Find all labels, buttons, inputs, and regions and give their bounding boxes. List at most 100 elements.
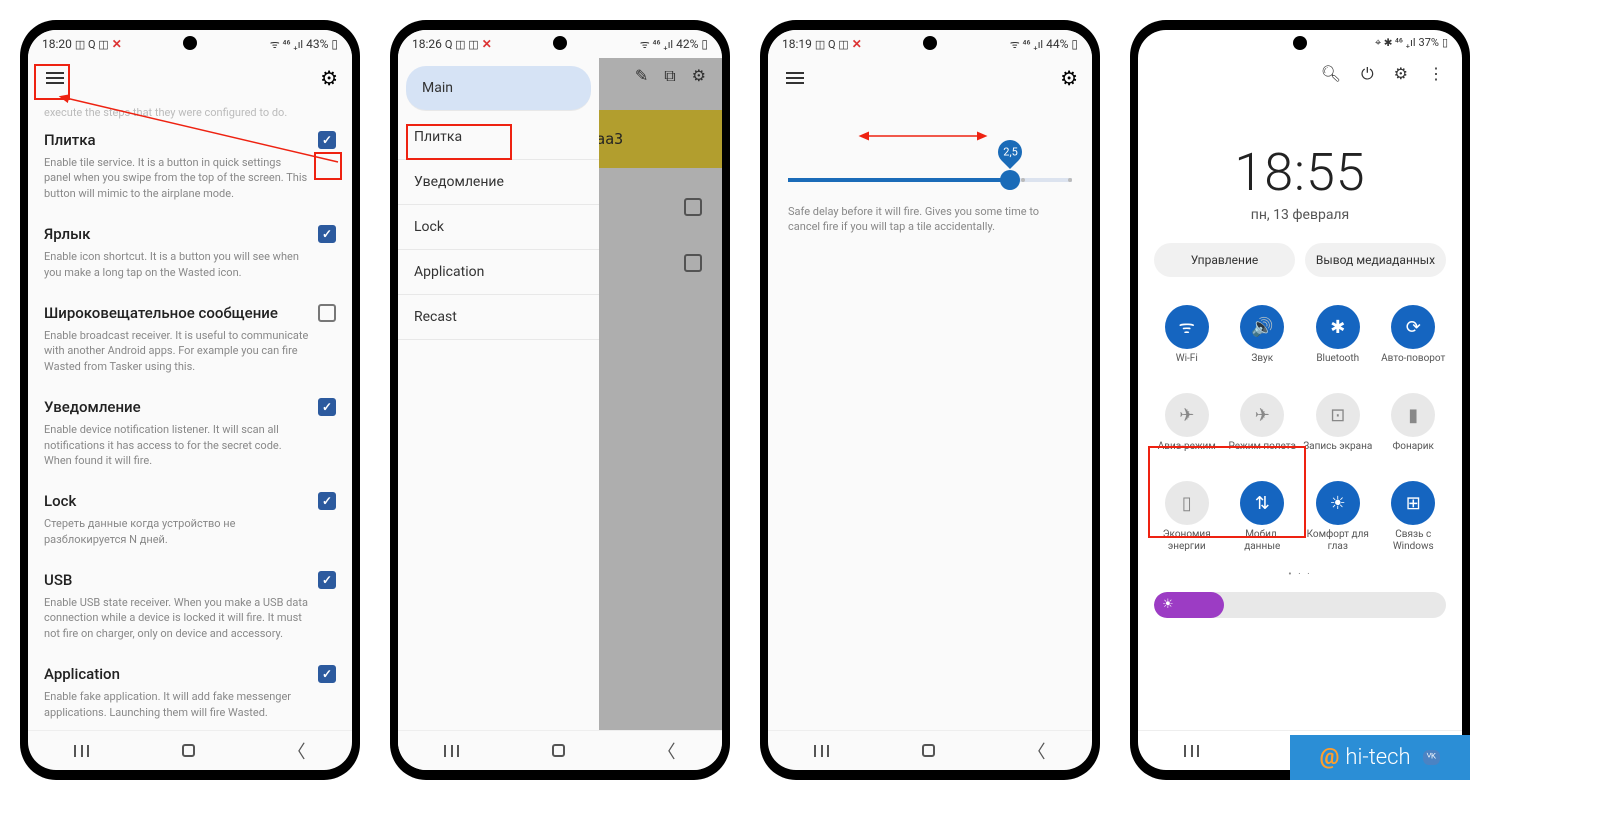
qs-tile[interactable]: ⊞ Связь с Windows [1377, 477, 1451, 561]
setting-checkbox[interactable] [318, 571, 336, 589]
battery-icon: ▯ [701, 37, 708, 51]
setting-row[interactable]: Уведомление Enable device notification l… [44, 386, 336, 480]
qs-tile[interactable]: ▯ Экономия энергии [1150, 477, 1224, 561]
drawer-item[interactable]: Lock [398, 205, 599, 250]
status-battery: 44% [1046, 37, 1068, 51]
qs-tile-icon-circle: ✱ [1316, 305, 1360, 349]
hamburger-menu-button[interactable] [42, 68, 68, 88]
status-time: 18:20 [42, 37, 72, 51]
nav-home-button[interactable] [552, 744, 565, 757]
setting-title: Ярлык [44, 225, 310, 243]
media-button[interactable]: Вывод медиаданных [1305, 243, 1446, 277]
qs-tile-label: Авиа-режим [1158, 441, 1216, 465]
qs-toolbar: 🔍︎ ⏻ ⚙ ⋮ [1138, 56, 1462, 92]
setting-title: Application [44, 665, 310, 683]
setting-row[interactable]: Lock Стереть данные когда устройство не … [44, 480, 336, 559]
setting-checkbox[interactable] [318, 131, 336, 149]
nav-back-button[interactable]: 〈 [288, 738, 306, 764]
qs-tile[interactable]: ⟳ Авто-поворот [1377, 301, 1451, 385]
qs-tile[interactable]: 🔊 Звук [1226, 301, 1300, 385]
setting-description: Enable broadcast receiver. It is useful … [44, 328, 310, 374]
drawer-item[interactable]: Application [398, 250, 599, 295]
setting-row[interactable]: Широковещательное сообщение Enable broad… [44, 292, 336, 386]
settings-gear-icon[interactable]: ⚙ [320, 66, 338, 90]
qs-tile[interactable]: ⇅ Мобил. данные [1226, 477, 1300, 561]
qs-tile-label: Связь с Windows [1379, 529, 1449, 553]
slider-thumb[interactable] [1000, 170, 1020, 190]
qs-tile-icon-circle: ☀ [1316, 481, 1360, 525]
qs-tile-label: Мобил. данные [1228, 529, 1298, 553]
nav-recent-button[interactable] [74, 745, 89, 757]
qs-tile[interactable]: ᯤ Wi-Fi [1150, 301, 1224, 385]
status-time: 18:19 [782, 37, 812, 51]
drawer-item[interactable]: Recast [398, 295, 599, 340]
search-icon[interactable]: 🔍︎ [1321, 64, 1341, 84]
devices-button[interactable]: Управление [1154, 243, 1295, 277]
nav-recent-button[interactable] [814, 745, 829, 757]
drawer-item[interactable]: Main [406, 66, 591, 111]
qs-tile-label: Фонарик [1393, 441, 1434, 465]
qs-tile-label: Звук [1251, 353, 1273, 377]
setting-row[interactable]: USB Enable USB state receiver. When you … [44, 559, 336, 653]
qs-tile[interactable]: ▮ Фонарик [1377, 389, 1451, 473]
slider-value-bubble: 2,5 [993, 135, 1027, 169]
setting-description: Enable USB state receiver. When you make… [44, 595, 310, 641]
setting-checkbox[interactable] [318, 492, 336, 510]
camera-cutout [923, 36, 937, 50]
qs-tile[interactable]: ✱ Bluetooth [1301, 301, 1375, 385]
vk-icon: ⱽᴷ [1423, 750, 1440, 765]
hamburger-menu-button[interactable] [782, 68, 808, 88]
watermark-badge: @ hi-tech ⱽᴷ [1290, 735, 1470, 780]
app-header: ⚙ [768, 58, 1092, 98]
system-nav-bar: 〈 [398, 730, 722, 770]
settings-gear-icon[interactable]: ⚙ [1060, 66, 1078, 90]
battery-icon: ▯ [1442, 36, 1448, 50]
status-icons-left: ◫ Q ◫ [75, 38, 109, 51]
setting-checkbox[interactable] [318, 398, 336, 416]
settings-list[interactable]: execute the steps that they were configu… [28, 98, 352, 730]
setting-row[interactable]: Ярлык Enable icon shortcut. It is a butt… [44, 213, 336, 292]
qs-tile-label: Запись экрана [1303, 441, 1372, 465]
setting-title: Уведомление [44, 398, 310, 416]
delay-slider[interactable]: 2,5 [768, 98, 1092, 192]
nav-back-button[interactable]: 〈 [658, 738, 676, 764]
nav-home-button[interactable] [182, 744, 195, 757]
nav-drawer: MainПлиткаУведомлениеLockApplicationReca… [398, 30, 599, 770]
nav-recent-button[interactable] [444, 745, 459, 757]
qs-tile[interactable]: ✈ Режим полета [1226, 389, 1300, 473]
screen-2: 18:26 Q ◫ ◫ ✕ ᯤ ⁴⁶ ₊ıl 42% ▯ ✎ ⧉ ⚙ bb3-a… [398, 30, 722, 770]
status-battery: 42% [676, 37, 698, 51]
nav-back-button[interactable]: 〈 [1028, 738, 1046, 764]
power-icon[interactable]: ⏻ [1361, 64, 1374, 84]
more-icon[interactable]: ⋮ [1428, 64, 1444, 84]
setting-row[interactable]: Application Enable fake application. It … [44, 653, 336, 730]
setting-description: Enable device notification listener. It … [44, 422, 310, 468]
clock-time: 18:55 [1138, 142, 1462, 203]
watermark-at: @ [1320, 745, 1340, 770]
setting-checkbox[interactable] [318, 665, 336, 683]
camera-cutout [553, 36, 567, 50]
drawer-item[interactable]: Плитка [398, 115, 599, 160]
setting-checkbox[interactable] [318, 304, 336, 322]
qs-tile[interactable]: ✈ Авиа-режим [1150, 389, 1224, 473]
qs-tile[interactable]: ⊡ Запись экрана [1301, 389, 1375, 473]
setting-checkbox[interactable] [318, 225, 336, 243]
setting-title: USB [44, 571, 310, 589]
nav-recent-button[interactable] [1184, 745, 1199, 757]
phone-mockup-1: 18:20 ◫ Q ◫ ✕ ᯤ ⁴⁶ ₊ıl 43% ▯ ⚙ execute t… [20, 20, 360, 780]
quick-settings-grid: ᯤ Wi-Fi 🔊 Звук ✱ Bluetooth ⟳ Авто-поворо… [1138, 297, 1462, 565]
gear-icon[interactable]: ⚙ [1394, 64, 1408, 84]
nav-home-button[interactable] [922, 744, 935, 757]
system-nav-bar: 〈 [28, 730, 352, 770]
battery-icon: ▯ [1071, 37, 1078, 51]
qs-tile[interactable]: ☀ Комфорт для глаз [1301, 477, 1375, 561]
qs-tile-icon-circle: ⊞ [1391, 481, 1435, 525]
setting-title: Широковещательное сообщение [44, 304, 310, 322]
status-signal: ⌖ ✱ ⁴⁶ ₊ıl [1375, 36, 1415, 50]
brightness-slider[interactable]: ☀ [1154, 592, 1446, 618]
battery-icon: ▯ [331, 37, 338, 51]
qs-tile-icon-circle: ⟳ [1391, 305, 1435, 349]
setting-row[interactable]: Плитка Enable tile service. It is a butt… [44, 119, 336, 213]
drawer-item[interactable]: Уведомление [398, 160, 599, 205]
qs-tile-label: Авто-поворот [1381, 353, 1445, 377]
